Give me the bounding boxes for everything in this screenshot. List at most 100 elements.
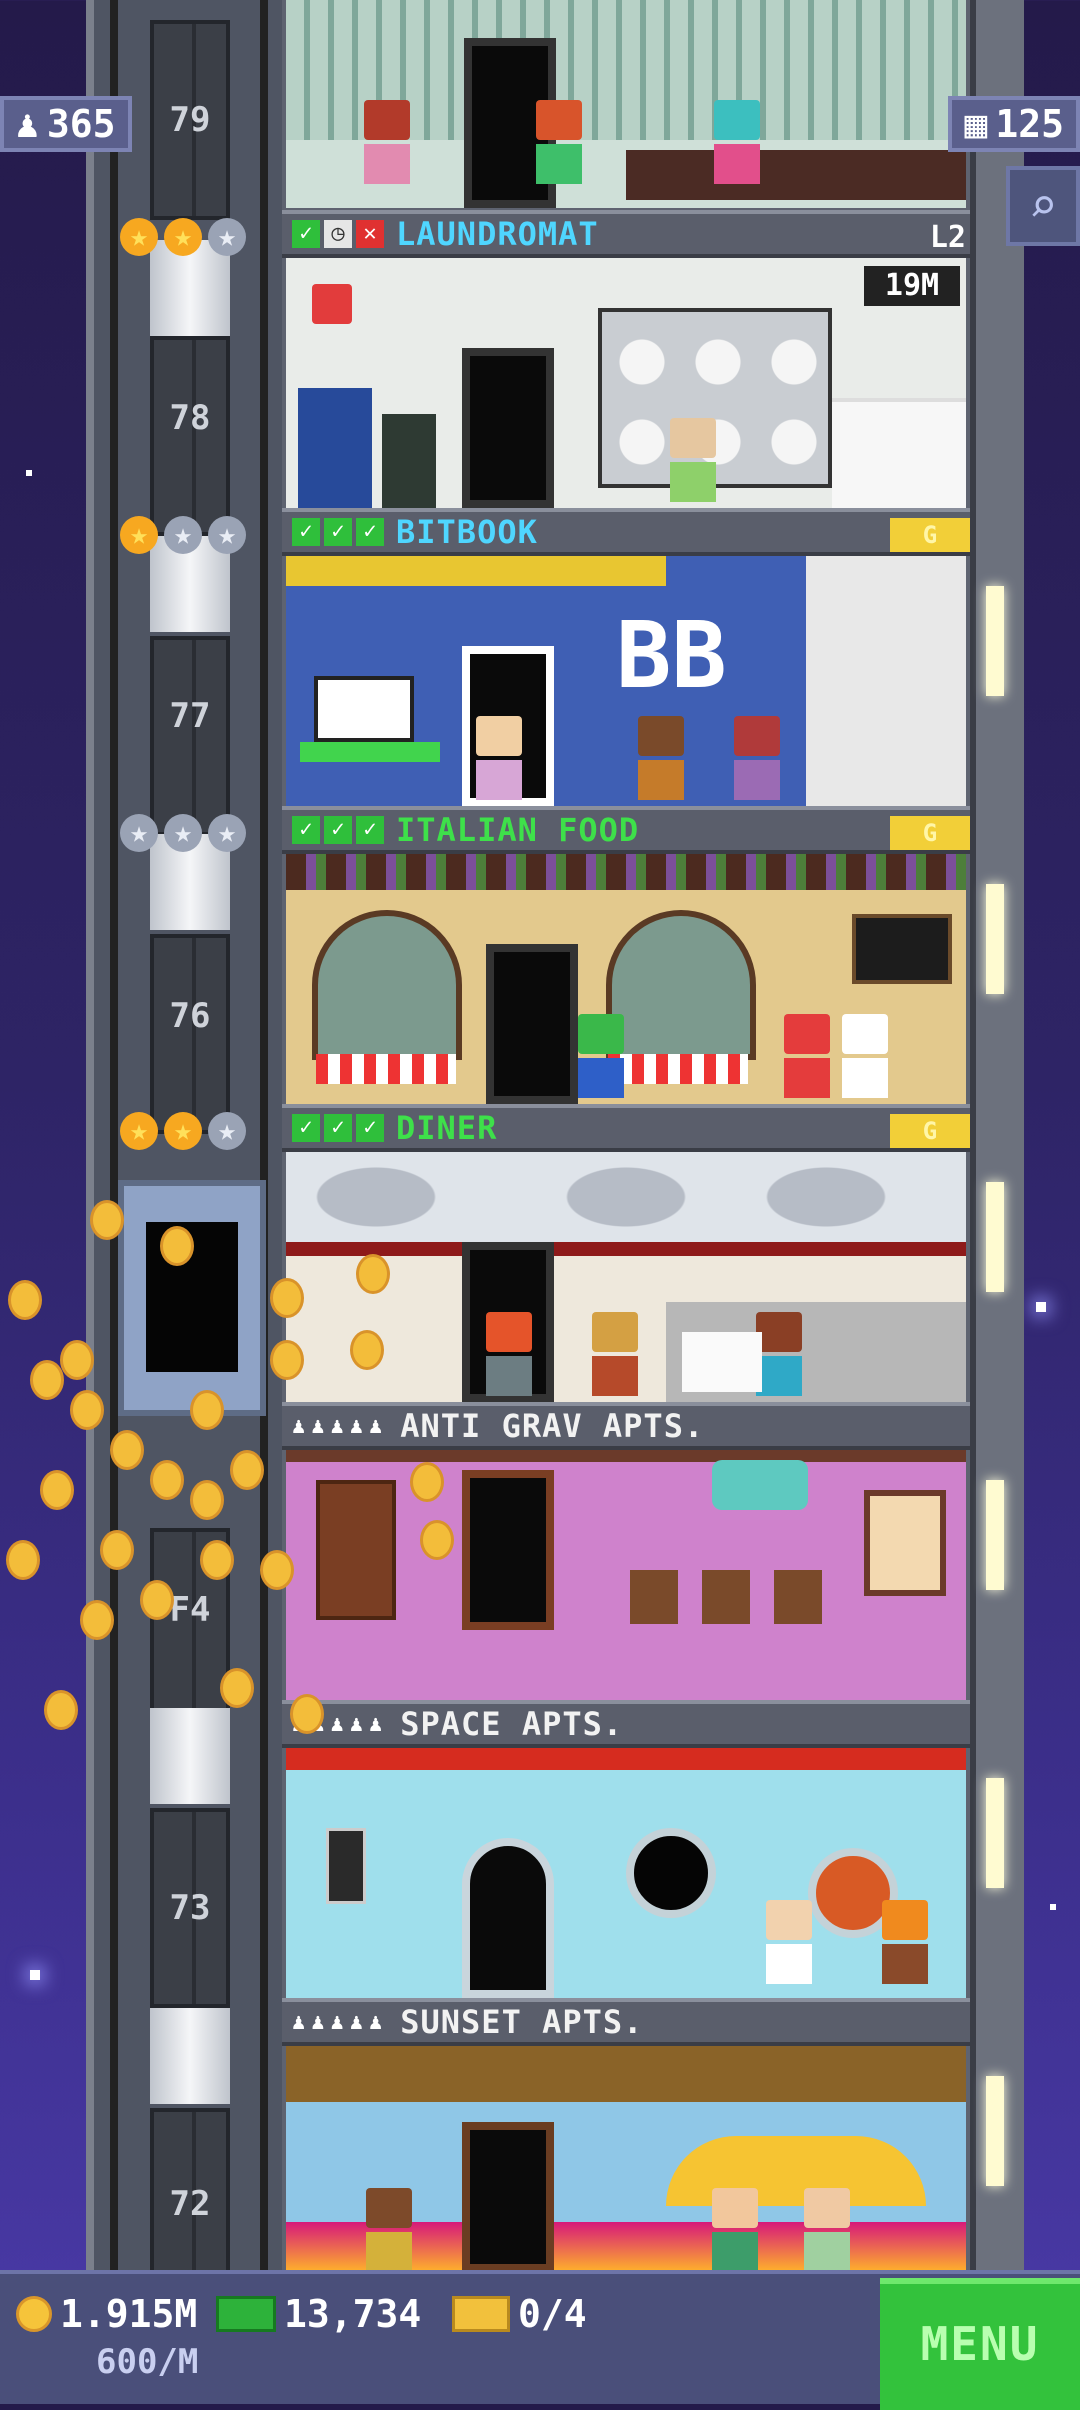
room-door <box>486 944 578 1104</box>
floor-anti-grav-apts[interactable]: ♟♟♟♟♟ ANTI GRAV APTS. <box>282 1402 970 1700</box>
person[interactable] <box>476 716 522 800</box>
coin-icon <box>8 1280 42 1320</box>
person[interactable] <box>882 1900 928 1984</box>
floor-status-checks: ✓ ✓ ✓ <box>292 816 384 844</box>
top-floor-room[interactable] <box>286 0 966 208</box>
floor-label-bar: ♟♟♟♟♟ ANTI GRAV APTS. <box>282 1402 970 1450</box>
floor-status-checks: ✓ ✓ ✓ <box>292 518 384 546</box>
arched-window <box>606 910 756 1060</box>
floor-laundromat[interactable]: ✓ ◷ ✕ LAUNDROMAT L2 19M <box>282 210 970 508</box>
counter <box>626 150 966 200</box>
floor-label-bar: ♟♟♟♟♟ SPACE APTS. <box>282 1700 970 1748</box>
coin-icon <box>410 1462 444 1502</box>
resident-icons: ♟♟♟♟♟ <box>292 1413 389 1439</box>
wall-panel <box>326 1828 366 1904</box>
person[interactable] <box>804 2188 850 2272</box>
elevator-car[interactable] <box>118 1180 266 1416</box>
floors-chip[interactable]: ▦ 125 <box>948 96 1080 152</box>
coin-icon <box>44 1690 78 1730</box>
floor-rating-italian-food: ★ ★ ★ <box>120 814 246 852</box>
floor-name: ITALIAN FOOD <box>396 811 640 849</box>
person-icon: ♟ <box>16 102 39 146</box>
search-button[interactable]: ⌕ <box>1006 166 1080 246</box>
floor-bitbook[interactable]: ✓ ✓ ✓ BITBOOK G BB <box>282 508 970 806</box>
coin-amount: 1.915M <box>60 2292 198 2336</box>
coin-rate-value: 600/M <box>96 2342 199 2382</box>
star-icon: ★ <box>120 516 158 554</box>
shaft-floor-number: 76 <box>169 996 211 1036</box>
gold-badge: G <box>890 1114 970 1148</box>
coin-icon <box>270 1340 304 1380</box>
person[interactable] <box>638 716 684 800</box>
star-icon: ★ <box>164 1112 202 1150</box>
coin-icon <box>160 1226 194 1266</box>
dog[interactable] <box>682 1332 762 1392</box>
vending-machine <box>298 388 372 508</box>
population-chip[interactable]: ♟ 365 <box>0 96 132 152</box>
coin-icon <box>220 1668 254 1708</box>
wall-lamp <box>986 1182 1004 1292</box>
person[interactable] <box>592 1312 638 1396</box>
coin-icon <box>30 1360 64 1400</box>
person[interactable] <box>714 100 760 184</box>
floor-label-bar: ✓ ✓ ✓ BITBOOK G <box>282 508 970 556</box>
floor-space-apts[interactable]: ♟♟♟♟♟ SPACE APTS. <box>282 1700 970 1998</box>
coin-icon <box>260 1550 294 1590</box>
picture-frame <box>702 1570 750 1624</box>
person[interactable] <box>734 716 780 800</box>
no-sign-icon <box>312 284 352 324</box>
person[interactable] <box>578 1014 624 1098</box>
shaft-floor-number: 78 <box>169 398 211 438</box>
shaft-floor-number: 73 <box>169 1888 211 1928</box>
person[interactable] <box>842 1014 888 1098</box>
sky-star <box>1036 1302 1046 1312</box>
magnifier-icon: ⌕ <box>1028 178 1058 234</box>
check-icon: ✓ <box>292 816 320 844</box>
trash-bin <box>382 414 436 508</box>
restock-timer[interactable]: 19M <box>864 266 960 306</box>
star-icon: ★ <box>208 1112 246 1150</box>
floor-diner[interactable]: ✓ ✓ ✓ DINER G <box>282 1104 970 1402</box>
check-icon: ✓ <box>292 220 320 248</box>
person[interactable] <box>536 100 582 184</box>
check-icon: ✓ <box>292 518 320 546</box>
star-icon: ★ <box>164 516 202 554</box>
coin-rate: 600/M <box>96 2342 198 2382</box>
gold-badge: G <box>890 816 970 850</box>
person[interactable] <box>364 100 410 184</box>
floor-rating-laundromat: ★ ★ ★ <box>120 218 246 256</box>
floor-status-checks: ✓ ✓ ✓ <box>292 1114 384 1142</box>
coin-icon <box>140 1580 174 1620</box>
person[interactable] <box>756 1312 802 1396</box>
porthole-window <box>626 1828 716 1918</box>
check-icon: ✓ <box>324 816 352 844</box>
coin-balance[interactable]: 1.915M <box>16 2292 197 2336</box>
floor-italian-food[interactable]: ✓ ✓ ✓ ITALIAN FOOD G <box>282 806 970 1104</box>
sky-star <box>30 1970 40 1980</box>
person[interactable] <box>766 1900 812 1984</box>
person[interactable] <box>670 418 716 502</box>
floor-name: DINER <box>396 1109 498 1147</box>
ticket-balance[interactable]: 0/4 <box>452 2292 587 2336</box>
floor-rating-diner: ★ ★ ★ <box>120 1112 246 1150</box>
star-icon: ★ <box>208 516 246 554</box>
floor-sunset-apts[interactable]: ♟♟♟♟♟ SUNSET APTS. <box>282 1998 970 2296</box>
person[interactable] <box>366 2188 412 2272</box>
coin-icon <box>6 1540 40 1580</box>
floor-level: L2 <box>929 220 966 255</box>
cross-icon: ✕ <box>356 220 384 248</box>
person[interactable] <box>712 2188 758 2272</box>
room-door <box>462 1470 554 1630</box>
resident-icons: ♟♟♟♟♟ <box>292 2009 389 2035</box>
person[interactable] <box>486 1312 532 1396</box>
grape-vine-trim <box>286 854 966 890</box>
menu-button[interactable]: MENU <box>880 2278 1080 2410</box>
bux-balance[interactable]: 13,734 <box>216 2292 421 2336</box>
coin-icon <box>190 1480 224 1520</box>
desk-monitor <box>314 676 414 742</box>
floor-room <box>286 854 966 1104</box>
coin-icon <box>290 1694 324 1734</box>
ceiling-pipe <box>286 556 666 586</box>
coin-icon <box>150 1460 184 1500</box>
person[interactable] <box>784 1014 830 1098</box>
